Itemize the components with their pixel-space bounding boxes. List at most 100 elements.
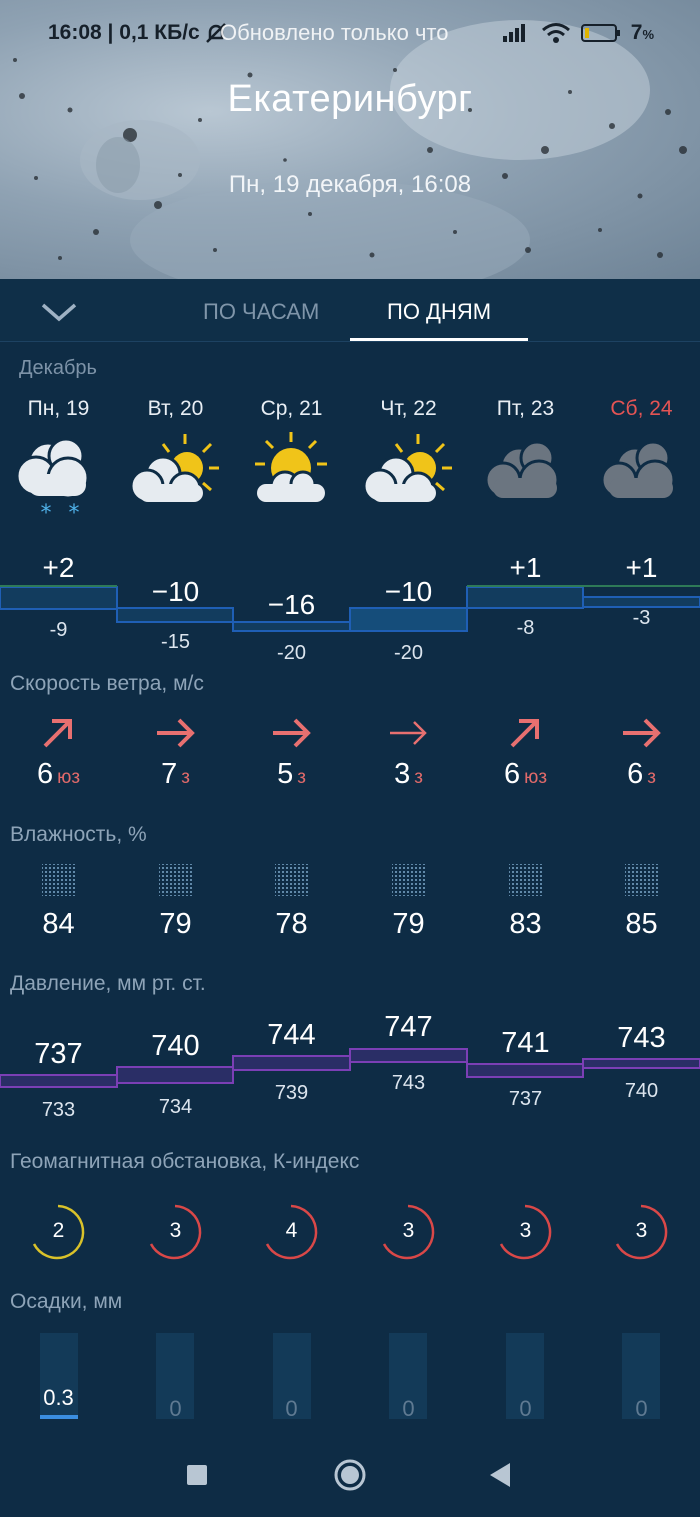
wind-value: 6з (627, 758, 656, 790)
pressure-max: 737 (34, 1038, 83, 1070)
wind-value: 6 юз (36, 758, 81, 790)
overcast-icon (600, 440, 676, 501)
updated-label: Обновлено только что (220, 20, 449, 45)
wind-arrow-icon (510, 719, 539, 748)
wind-section-title: Скорость ветра, м/с (10, 672, 204, 695)
tab-daily[interactable]: ПО ДНЯМ (387, 299, 491, 325)
cloud-snow-icon: * * (15, 437, 90, 523)
humidity-value: 78 (275, 908, 308, 940)
battery-icon (580, 24, 620, 42)
day-label: Сб, 24 (610, 397, 673, 420)
pressure-min: 739 (274, 1082, 309, 1104)
tab-bar: ПО ЧАСАМ ПО ДНЯМ (0, 279, 700, 342)
recents-button[interactable] (186, 1464, 208, 1486)
wind-arrow-icon (390, 721, 427, 745)
status-bar: 16:08 | 0,1 КБ/с Обновлено только что 7% (48, 18, 654, 48)
wind-arrow-icon (43, 719, 72, 748)
precip-value: 0 (169, 1396, 182, 1421)
header-background: 16:08 | 0,1 КБ/с Обновлено только что 7%… (0, 0, 700, 279)
wind-value: 6 юз (503, 758, 548, 790)
day-label: Пт, 23 (496, 397, 555, 420)
partly-cloudy-icon (362, 434, 452, 505)
temp-min: -3 (632, 607, 651, 629)
wifi-icon (541, 23, 570, 43)
signal-icon (502, 24, 525, 42)
precip-value: 0 (635, 1396, 648, 1421)
humidity-value: 79 (392, 908, 425, 940)
humidity-dots-icon (275, 864, 308, 896)
pressure-max: 740 (151, 1030, 200, 1062)
pressure-max: 743 (617, 1022, 666, 1054)
sun-cloud-icon (255, 432, 327, 502)
temp-min: -9 (49, 619, 68, 641)
k-index-gauge: 3 (117, 1202, 234, 1262)
humidity-dots-icon (625, 864, 658, 896)
pressure-max: 741 (501, 1027, 550, 1059)
geomagnetic-section-title: Геомагнитная обстановка, К-индекс (10, 1150, 360, 1173)
precip-value: 0 (519, 1396, 532, 1421)
wind-arrow-icon (273, 718, 311, 748)
k-index-gauge: 4 (233, 1202, 350, 1262)
tab-hourly[interactable]: ПО ЧАСАМ (203, 299, 319, 325)
active-tab-indicator (350, 338, 528, 341)
humidity-dots-icon (392, 864, 425, 896)
chevron-down-icon[interactable] (40, 297, 78, 327)
temp-max: −10 (151, 576, 200, 607)
precip-value: 0 (285, 1396, 298, 1421)
k-index-gauge: 2 (0, 1202, 117, 1262)
precip-fill (40, 1415, 78, 1419)
day-label: Вт, 20 (147, 397, 204, 420)
humidity-value: 83 (509, 908, 542, 940)
svg-text:*: * (69, 501, 80, 523)
pressure-max: 747 (384, 1011, 433, 1043)
status-divider: | (101, 21, 120, 44)
precipitation-section-title: Осадки, мм (10, 1290, 123, 1313)
pressure-min: 740 (624, 1080, 659, 1102)
k-index-gauge: 3 (467, 1202, 584, 1262)
wind-arrow-icon (623, 718, 661, 748)
day-label: Пн, 19 (27, 397, 90, 420)
humidity-dots-icon (159, 864, 192, 896)
svg-text:*: * (41, 501, 52, 523)
humidity-section-title: Влажность, % (10, 823, 147, 846)
k-index-gauge: 3 (583, 1202, 700, 1262)
humidity-value: 85 (625, 908, 658, 940)
temp-min: -20 (394, 642, 423, 664)
pressure-min: 737 (508, 1088, 543, 1110)
temp-max: +1 (625, 552, 658, 583)
temp-min: -20 (277, 642, 306, 664)
humidity-value: 79 (159, 908, 192, 940)
status-time: 16:08 (48, 21, 102, 44)
pressure-min: 733 (41, 1099, 76, 1121)
wind-arrow-icon (157, 718, 195, 748)
partly-cloudy-icon (129, 434, 219, 505)
city-title: Екатеринбург (227, 78, 473, 120)
temp-max: +1 (509, 552, 542, 583)
precip-value: 0.3 (43, 1385, 74, 1410)
k-index-gauge: 3 (350, 1202, 467, 1262)
humidity-value: 84 (42, 908, 75, 940)
home-button[interactable] (333, 1458, 367, 1492)
pressure-max: 744 (267, 1019, 316, 1051)
wind-value: 5з (277, 758, 306, 790)
pressure-min: 734 (158, 1096, 193, 1118)
temp-max: −16 (267, 589, 316, 620)
pressure-section-title: Давление, мм рт. ст. (10, 972, 206, 995)
battery-percent: 7% (630, 21, 654, 44)
overcast-icon (484, 440, 560, 501)
current-datetime: Пн, 19 декабря, 16:08 (228, 171, 472, 198)
day-label: Чт, 22 (380, 397, 437, 420)
pressure-min: 743 (391, 1072, 426, 1094)
temp-max: −10 (384, 576, 433, 607)
temp-max: +2 (42, 552, 75, 583)
day-label: Ср, 21 (260, 397, 323, 420)
month-label: Декабрь (19, 357, 97, 379)
temp-min: -15 (161, 631, 190, 653)
system-nav-bar (0, 1437, 700, 1517)
back-button[interactable] (488, 1462, 512, 1488)
status-speed: 0,1 КБ/с (119, 21, 200, 44)
temp-min: -8 (516, 617, 535, 639)
wind-value: 3з (394, 758, 423, 790)
precip-value: 0 (402, 1396, 415, 1421)
humidity-dots-icon (509, 864, 542, 896)
